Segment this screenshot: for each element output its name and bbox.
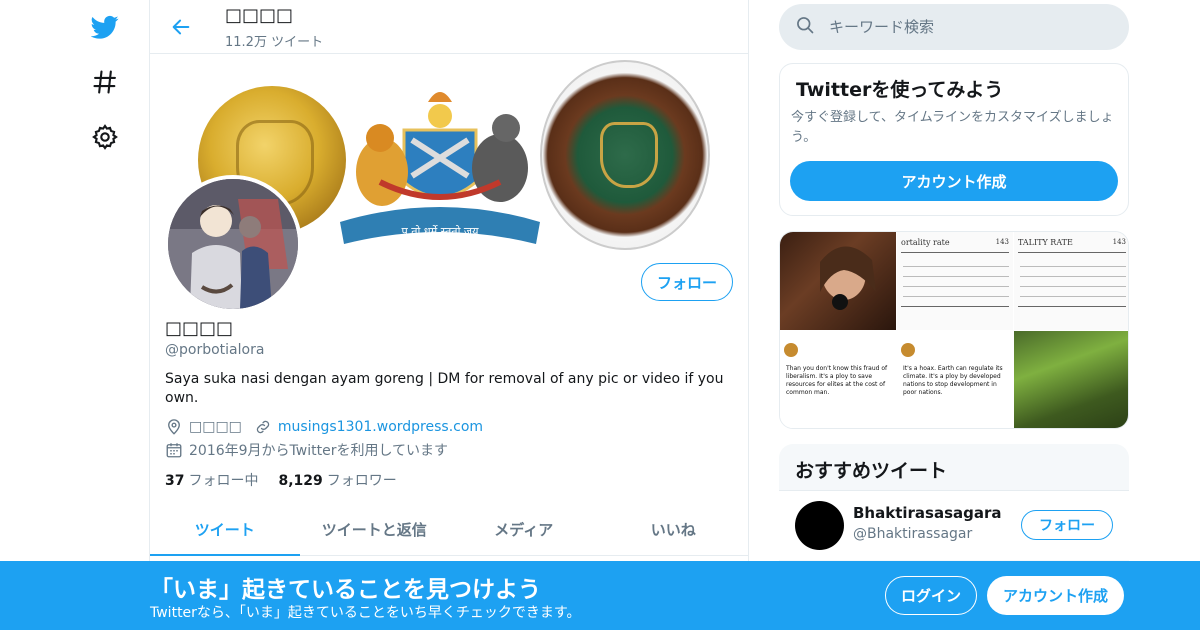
banner-motto: प ताे धर्मे स्ततो जय <box>402 225 480 238</box>
table-rule <box>901 252 1009 253</box>
media-rate-page-2: 143 <box>1112 238 1126 246</box>
signup-card-description: 今すぐ登録して、タイムラインをカスタマイズしましょう。 <box>791 110 1114 145</box>
header-name: □□□□ <box>225 5 294 26</box>
table-rule <box>1018 252 1126 253</box>
calendar-icon <box>165 441 183 459</box>
table-row <box>1020 296 1126 297</box>
avatar[interactable] <box>795 501 844 550</box>
link-icon <box>254 418 272 436</box>
profile-website-link[interactable]: musings1301.wordpress.com <box>278 419 483 435</box>
bottom-signup-button[interactable]: アカウント作成 <box>987 576 1124 615</box>
followers-label: フォロワー <box>326 473 397 489</box>
following-label: フォロー中 <box>188 473 259 489</box>
media-rate-title-2: TALITY RATE <box>1018 238 1073 247</box>
login-button[interactable]: ログイン <box>885 576 977 615</box>
hashtag-icon[interactable] <box>84 61 126 103</box>
table-row <box>903 266 1009 267</box>
tab-media[interactable]: メディア <box>449 504 599 555</box>
table-rule <box>901 306 1009 307</box>
twitter-bird-icon[interactable] <box>84 6 126 48</box>
media-thumb-table-2[interactable]: TALITY RATE 143 <box>1014 232 1128 330</box>
table-row <box>903 296 1009 297</box>
following-stat[interactable]: 37 フォロー中 <box>165 470 258 490</box>
profile-location: □□□□ <box>189 419 242 435</box>
followers-count: 8,129 <box>278 473 323 489</box>
media-thumb-tweet-2[interactable]: It's a hoax. Earth can regulate its clim… <box>897 331 1013 428</box>
search-box[interactable] <box>779 4 1129 50</box>
media-rate-title: ortality rate <box>901 238 950 247</box>
tab-likes[interactable]: いいね <box>599 504 749 555</box>
signup-card: Twitterを使ってみよう 今すぐ登録して、タイムラインをカスタマイズしましょ… <box>779 63 1129 216</box>
table-rule <box>1018 306 1126 307</box>
search-input[interactable] <box>829 18 1109 36</box>
green-seal-image <box>540 60 710 250</box>
media-thumb-table-1[interactable]: ortality rate 143 <box>897 232 1013 330</box>
followers-stat[interactable]: 8,129 フォロワー <box>278 470 396 490</box>
media-thumb-tweet-1[interactable]: Than you don't know this fraud of libera… <box>780 331 896 428</box>
header-tweet-count: 11.2万 ツイート <box>225 35 324 50</box>
media-thumb-forest[interactable] <box>1014 331 1128 428</box>
profile-avatar[interactable] <box>164 175 302 313</box>
profile-meta-location-website: □□□□ musings1301.wordpress.com <box>165 418 483 436</box>
profile-handle: @porbotialora <box>165 342 265 358</box>
signup-card-title: Twitterを使ってみよう <box>796 79 1004 101</box>
media-tweet-text-2: It's a hoax. Earth can regulate its clim… <box>903 365 1003 396</box>
media-rate-page: 143 <box>995 238 1009 246</box>
table-row <box>1020 276 1126 277</box>
search-icon <box>795 15 815 39</box>
profile-header: □□□□ 11.2万 ツイート <box>150 0 748 54</box>
profile-meta-joined: 2016年9月からTwitterを利用しています <box>165 440 448 460</box>
recommended-user-handle: @Bhaktirassagar <box>853 526 973 542</box>
profile-joined-date: 2016年9月からTwitterを利用しています <box>189 443 449 459</box>
following-count: 37 <box>165 473 185 489</box>
bottom-bar-title: 「いま」起きていることを見つけよう <box>150 577 541 603</box>
tab-tweets-and-replies[interactable]: ツイートと返信 <box>300 504 450 555</box>
media-grid: ortality rate 143 TALITY RATE 143 Than y… <box>779 231 1129 429</box>
coat-of-arms-image: प ताे धर्मे स्ततो जय <box>340 92 540 244</box>
avatar <box>784 343 798 357</box>
table-row <box>1020 286 1126 287</box>
recommended-user[interactable]: Bhaktirasasagara @Bhaktirassagar フォロー <box>779 490 1129 560</box>
profile-stats: 37 フォロー中 8,129 フォロワー <box>165 470 397 490</box>
tab-tweets[interactable]: ツイート <box>150 504 300 556</box>
create-account-button[interactable]: アカウント作成 <box>790 161 1118 201</box>
table-row <box>903 276 1009 277</box>
location-pin-icon <box>165 418 183 436</box>
media-tweet-text-1: Than you don't know this fraud of libera… <box>786 365 888 396</box>
avatar <box>901 343 915 357</box>
follow-button[interactable]: フォロー <box>641 263 733 301</box>
gear-icon[interactable] <box>84 116 126 158</box>
bottom-bar-subtitle: Twitterなら、「いま」起きていることをいち早くチェックできます。 <box>150 605 581 621</box>
media-thumb-singer[interactable] <box>780 232 896 330</box>
bottom-signup-bar: 「いま」起きていることを見つけよう Twitterなら、「いま」起きていることを… <box>0 561 1200 630</box>
profile-bio: Saya suka nasi dengan ayam goreng | DM f… <box>165 371 724 406</box>
main-column: □□□□ 11.2万 ツイート प ताे धर्मे स्ततो जय フォロ… <box>149 0 749 630</box>
recommended-title: おすすめツイート <box>795 460 948 482</box>
table-row <box>903 286 1009 287</box>
recommended-user-name[interactable]: Bhaktirasasagara <box>853 504 1002 522</box>
profile-tabs: ツイート ツイートと返信 メディア いいね <box>150 504 748 556</box>
arrow-left-icon[interactable] <box>166 12 196 42</box>
table-row <box>1020 266 1126 267</box>
profile-display-name: □□□□ <box>165 318 234 339</box>
recommended-follow-button[interactable]: フォロー <box>1021 510 1113 540</box>
